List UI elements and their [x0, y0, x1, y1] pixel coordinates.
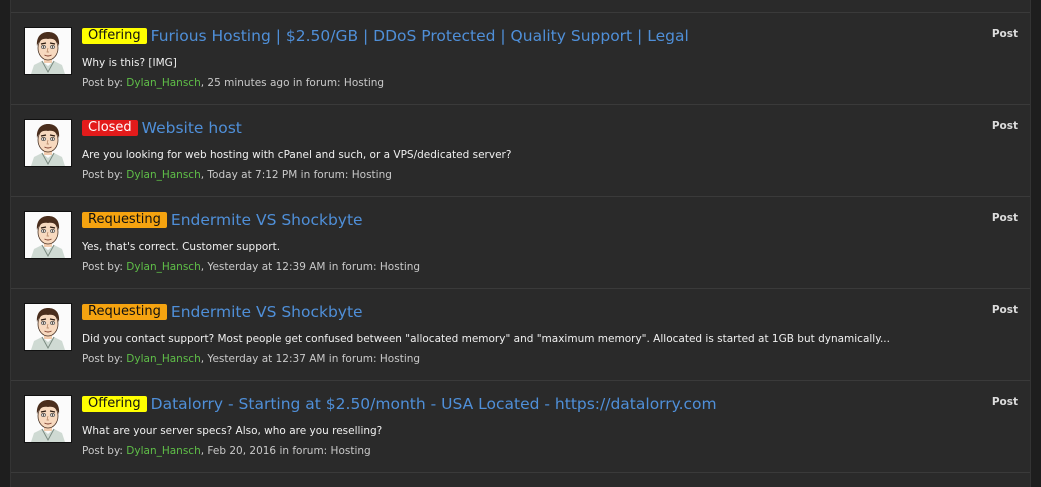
post-snippet: What are your server specs? Also, who ar… [82, 425, 383, 437]
avatar[interactable] [24, 303, 72, 351]
list-top-border [11, 0, 1030, 13]
result-title-line: Offering Datalorry - Starting at $2.50/m… [82, 393, 717, 415]
post-snippet: Yes, that's correct. Customer support. [82, 241, 281, 253]
result-title-line: Requesting Endermite VS Shockbyte [82, 301, 363, 323]
username-link[interactable]: Dylan_Hansch [126, 261, 200, 273]
avatar[interactable] [24, 395, 72, 443]
result-rows: Offering Furious Hosting | $2.50/GB | DD… [11, 13, 1030, 473]
result-title-line: Offering Furious Hosting | $2.50/GB | DD… [82, 25, 689, 47]
search-result-row: Requesting Endermite VS Shockbyte Yes, t… [11, 197, 1030, 289]
thread-title-link[interactable]: Endermite VS Shockbyte [171, 211, 363, 229]
meta-suffix-text: , Feb 20, 2016 in forum: Hosting [200, 445, 371, 457]
content-type-label: Post [991, 304, 1018, 316]
user-avatar-icon [25, 120, 71, 166]
meta-prefix-text: Post by: [82, 261, 127, 273]
content-type-label: Post [991, 396, 1018, 408]
thread-prefix-badge[interactable]: Offering [82, 396, 147, 412]
username-link[interactable]: Dylan_Hansch [126, 77, 200, 89]
content-type-label: Post [991, 120, 1018, 132]
avatar[interactable] [24, 211, 72, 259]
search-result-row: Requesting Endermite VS Shockbyte Did yo… [11, 289, 1030, 381]
avatar[interactable] [24, 119, 72, 167]
post-meta: Post by: Dylan_Hansch, Yesterday at 12:3… [82, 261, 420, 273]
meta-prefix-text: Post by: [82, 445, 127, 457]
username-link[interactable]: Dylan_Hansch [126, 353, 200, 365]
user-avatar-icon [25, 28, 71, 74]
thread-title-link[interactable]: Endermite VS Shockbyte [171, 303, 363, 321]
meta-suffix-text: , Today at 7:12 PM in forum: Hosting [200, 169, 392, 181]
thread-prefix-badge[interactable]: Offering [82, 28, 147, 44]
thread-prefix-badge[interactable]: Closed [82, 120, 138, 136]
meta-prefix-text: Post by: [82, 169, 127, 181]
username-link[interactable]: Dylan_Hansch [126, 445, 200, 457]
post-meta: Post by: Dylan_Hansch, Yesterday at 12:3… [82, 353, 420, 365]
meta-prefix-text: Post by: [82, 77, 127, 89]
thread-prefix-badge[interactable]: Requesting [82, 304, 167, 320]
post-snippet: Did you contact support? Most people get… [82, 333, 890, 345]
meta-suffix-text: , Yesterday at 12:37 AM in forum: Hostin… [200, 353, 421, 365]
user-avatar-icon [25, 304, 71, 350]
result-title-line: Closed Website host [82, 117, 242, 139]
search-results-list: Offering Furious Hosting | $2.50/GB | DD… [10, 0, 1031, 487]
post-snippet: Are you looking for web hosting with cPa… [82, 149, 512, 161]
result-title-line: Requesting Endermite VS Shockbyte [82, 209, 363, 231]
content-type-label: Post [991, 212, 1018, 224]
thread-title-link[interactable]: Datalorry - Starting at $2.50/month - US… [151, 395, 717, 413]
post-meta: Post by: Dylan_Hansch, Feb 20, 2016 in f… [82, 445, 371, 457]
page: Offering Furious Hosting | $2.50/GB | DD… [0, 0, 1041, 487]
post-meta: Post by: Dylan_Hansch, Today at 7:12 PM … [82, 169, 392, 181]
meta-suffix-text: , 25 minutes ago in forum: Hosting [200, 77, 385, 89]
user-avatar-icon [25, 212, 71, 258]
post-snippet: Why is this? [IMG] [82, 57, 177, 69]
meta-prefix-text: Post by: [82, 353, 127, 365]
search-result-row: Closed Website host Are you looking for … [11, 105, 1030, 197]
search-result-row: Offering Datalorry - Starting at $2.50/m… [11, 381, 1030, 473]
thread-title-link[interactable]: Furious Hosting | $2.50/GB | DDoS Protec… [151, 27, 689, 45]
thread-prefix-badge[interactable]: Requesting [82, 212, 167, 228]
search-result-row: Offering Furious Hosting | $2.50/GB | DD… [11, 13, 1030, 105]
thread-title-link[interactable]: Website host [142, 119, 242, 137]
content-type-label: Post [991, 28, 1018, 40]
avatar[interactable] [24, 27, 72, 75]
post-meta: Post by: Dylan_Hansch, 25 minutes ago in… [82, 77, 384, 89]
user-avatar-icon [25, 396, 71, 442]
username-link[interactable]: Dylan_Hansch [126, 169, 200, 181]
meta-suffix-text: , Yesterday at 12:39 AM in forum: Hostin… [200, 261, 421, 273]
